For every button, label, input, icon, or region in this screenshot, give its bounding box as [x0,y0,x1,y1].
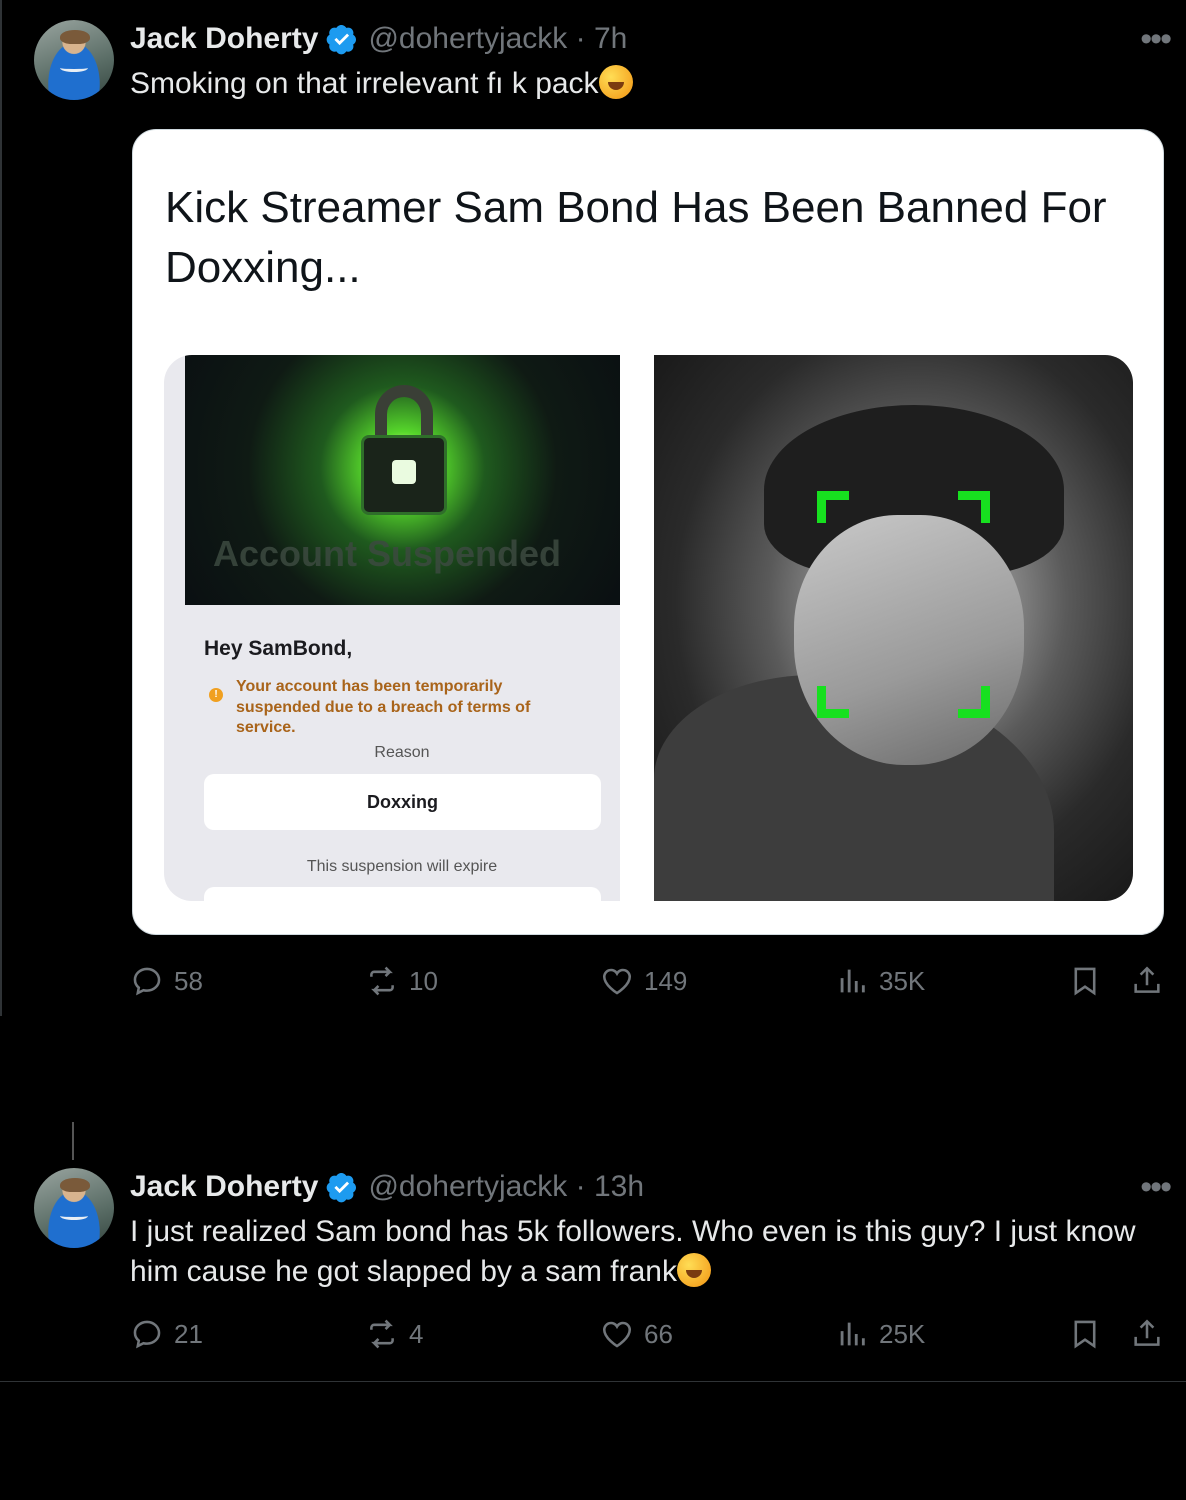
tweet-text-content: I just realized Sam bond has 5k follower… [130,1215,1136,1288]
reply-count: 21 [174,1318,203,1349]
separator-dot: · [567,1170,594,1203]
tweet-header: Jack Doherty @dohertyjackk · 13h [130,1170,644,1204]
more-options-icon[interactable]: ••• [1140,20,1172,59]
reason-label: Reason [374,744,430,761]
expire-label: This suspension will expire [306,858,498,875]
repost-count: 4 [409,1318,424,1349]
greeting: Hey SamBond, [204,637,353,660]
reply-button[interactable]: 21 [130,1317,203,1351]
warning-icon: ! [209,688,223,702]
share-button[interactable] [1130,964,1164,1003]
bookmark-icon [1074,1320,1096,1349]
author-handle[interactable]: @dohertyjackk [368,1170,567,1204]
author-handle[interactable]: @dohertyjackk [368,22,567,56]
scan-bracket [817,491,849,523]
reason-value: Doxxing [204,774,601,830]
heart-icon [602,1321,632,1348]
reply-count: 58 [174,965,203,996]
repost-button[interactable]: 10 [365,964,438,998]
tweet-header: Jack Doherty @dohertyjackk · 7h [130,22,627,56]
scan-bracket [958,686,990,718]
like-count: 66 [644,1318,673,1349]
share-icon [1134,1319,1160,1346]
views-button[interactable]: 25K [835,1317,925,1351]
bookmark-button[interactable] [1068,964,1102,1003]
bookmark-button[interactable] [1068,1317,1102,1356]
scan-bracket [817,686,849,718]
reply-icon [133,1320,161,1349]
face [794,515,1024,765]
bookmark-icon [1074,967,1096,996]
lock-illustration: Account Suspended [185,355,620,605]
tweet[interactable]: Jack Doherty @dohertyjackk · 13h ••• I j… [0,1120,1186,1382]
link-card[interactable]: Kick Streamer Sam Bond Has Been Banned F… [132,129,1164,935]
suspension-notice: Your account has been temporarily suspen… [236,678,531,736]
like-button[interactable]: 149 [600,964,687,998]
more-options-icon[interactable]: ••• [1140,1168,1172,1207]
views-count: 35K [879,965,926,996]
scan-bracket [958,491,990,523]
laughing-emoji-icon [676,1253,711,1287]
face-scan-photo [654,355,1133,901]
views-icon [840,969,865,993]
timestamp[interactable]: 13h [594,1170,644,1204]
tweet-actions: 58 10 149 35K [130,964,1170,1004]
repost-button[interactable]: 4 [365,1317,423,1351]
reply-button[interactable]: 58 [130,964,203,998]
tweet-actions: 21 4 66 25K [130,1317,1170,1357]
views-count: 25K [879,1318,926,1349]
expire-value-box [204,887,601,901]
author-name[interactable]: Jack Doherty [130,22,318,56]
reply-icon [133,967,161,996]
tweet-text: Smoking on that irrelevant fı k pack [130,64,633,104]
like-count: 149 [644,965,688,996]
like-button[interactable]: 66 [600,1317,673,1351]
tweet-text: I just realized Sam bond has 5k follower… [130,1212,1160,1292]
share-icon [1134,966,1160,993]
verified-badge-icon [327,25,357,55]
separator-dot: · [567,22,594,55]
avatar[interactable] [34,1168,114,1248]
suspension-screenshot: Account Suspended Hey SamBond, ! Your ac… [164,355,620,901]
tweet[interactable]: Jack Doherty @dohertyjackk · 7h ••• Smok… [0,0,1186,1016]
repost-icon [370,966,394,996]
avatar[interactable] [34,20,114,100]
views-icon [840,1322,865,1346]
laughing-emoji-icon [598,65,633,99]
card-title: Kick Streamer Sam Bond Has Been Banned F… [165,183,1107,292]
views-button[interactable]: 35K [835,964,925,998]
timestamp[interactable]: 7h [594,22,627,56]
tweet-text-content: Smoking on that irrelevant fı k pack [130,67,599,100]
share-button[interactable] [1130,1317,1164,1356]
author-name[interactable]: Jack Doherty [130,1170,318,1204]
verified-badge-icon [327,1173,357,1203]
heart-icon [602,968,632,995]
account-suspended-banner: Account Suspended [213,533,562,574]
repost-count: 10 [409,965,438,996]
repost-icon [370,1319,394,1349]
